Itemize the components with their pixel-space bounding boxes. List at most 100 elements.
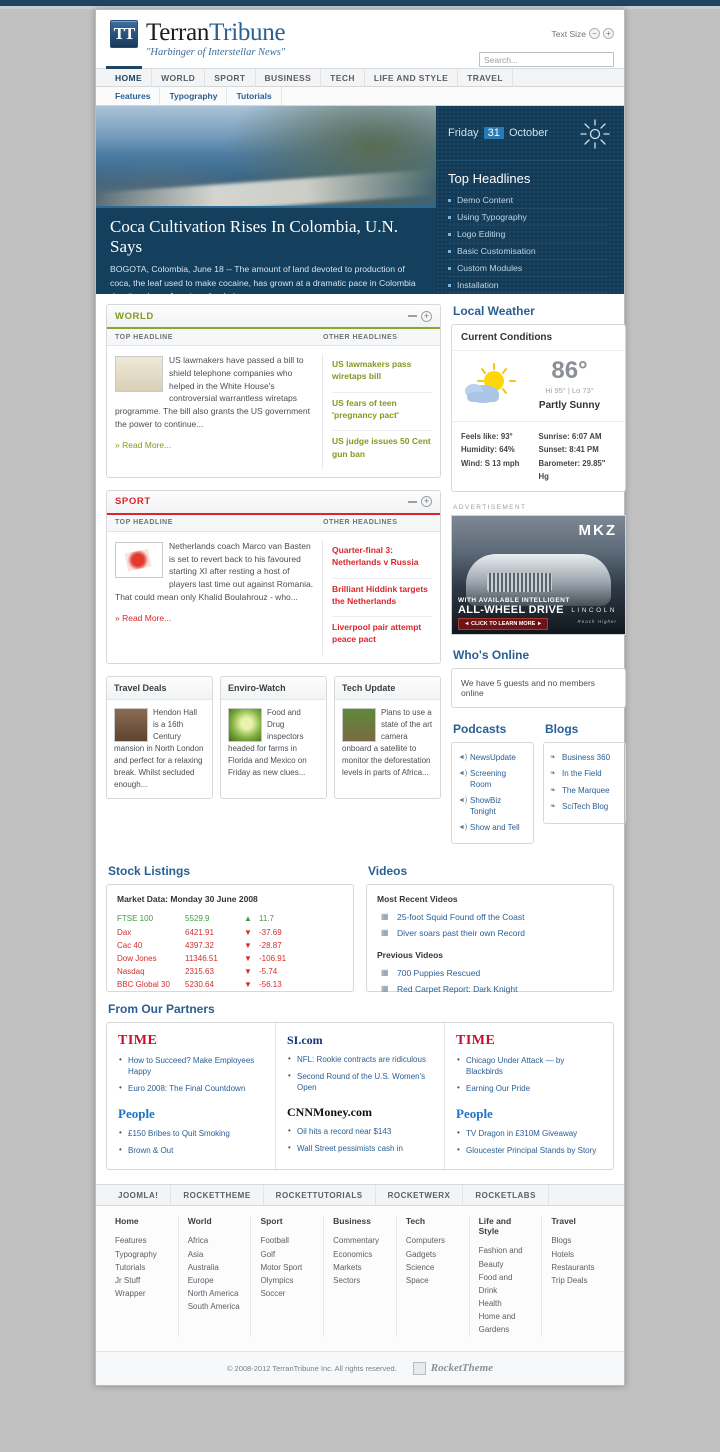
footer-link[interactable]: Computers — [406, 1234, 460, 1247]
video-link[interactable]: ▦ Diver soars past their own Record — [377, 925, 603, 941]
nav-item-life-and-style[interactable]: LIFE AND STYLE — [365, 69, 459, 86]
sub-nav-item-typography[interactable]: Typography — [160, 87, 228, 105]
partner-link[interactable]: TV Dragon in £310M Giveaway — [456, 1126, 602, 1143]
site-logo[interactable]: TT TerranTribune "Harbinger of Interstel… — [110, 20, 286, 59]
sport-read-more-link[interactable]: » Read More... — [115, 613, 314, 623]
other-headline-item[interactable]: Quarter-final 3: Netherlands v Russia — [332, 540, 432, 579]
footer-link[interactable]: Health — [479, 1297, 533, 1310]
collapse-icon[interactable] — [408, 500, 417, 503]
footer-link[interactable]: Home and Gardens — [479, 1310, 533, 1336]
video-link[interactable]: ▦ Red Carpet Report: Dark Knight — [377, 981, 603, 997]
podcast-link[interactable]: ◄) Show and Tell — [458, 820, 527, 836]
partner-link[interactable]: Gloucester Principal Stands by Story — [456, 1143, 602, 1160]
footer-link[interactable]: Science — [406, 1261, 460, 1274]
footer-link[interactable]: Motor Sport — [260, 1261, 314, 1274]
footer-link[interactable]: Economics — [333, 1248, 387, 1261]
partner-link[interactable]: Second Round of the U.S. Women's Open — [287, 1069, 433, 1097]
footer-nav-item[interactable]: ROCKETWERX — [376, 1185, 464, 1206]
footer-link[interactable]: North America — [188, 1287, 242, 1300]
footer-link[interactable]: Australia — [188, 1261, 242, 1274]
footer-link[interactable]: Africa — [188, 1234, 242, 1247]
top-headline-item[interactable]: Using Typography — [448, 209, 608, 226]
partner-link[interactable]: Earning Our Pride — [456, 1081, 602, 1098]
nav-item-world[interactable]: WORLD — [152, 69, 206, 86]
expand-icon[interactable]: + — [421, 310, 432, 322]
blog-link[interactable]: ❧ SciTech Blog — [550, 799, 619, 815]
footer-link[interactable]: Restaurants — [551, 1261, 605, 1274]
text-size-increase-button[interactable]: + — [603, 28, 614, 39]
footer-link[interactable]: Sectors — [333, 1274, 387, 1287]
hero-feature[interactable]: Coca Cultivation Rises In Colombia, U.N.… — [96, 106, 436, 294]
footer-link[interactable]: Tutorials — [115, 1261, 169, 1274]
top-headline-item[interactable]: Installation — [448, 277, 608, 294]
other-headline-item[interactable]: Brilliant Hiddink targets the Netherland… — [332, 579, 432, 618]
expand-icon[interactable]: + — [421, 496, 432, 508]
podcast-link[interactable]: ◄) NewsUpdate — [458, 750, 527, 766]
sub-nav-item-tutorials[interactable]: Tutorials — [227, 87, 282, 105]
footer-link[interactable]: Typography — [115, 1248, 169, 1261]
other-headline-item[interactable]: US judge issues 50 Cent gun ban — [332, 431, 432, 469]
nav-item-tech[interactable]: TECH — [321, 69, 365, 86]
video-link[interactable]: ▦ 25-foot Squid Found off the Coast — [377, 909, 603, 925]
podcast-link[interactable]: ◄) ShowBiz Tonight — [458, 793, 527, 820]
advertisement-banner[interactable]: MKZ WITH AVAILABLE INTELLIGENT ALL-WHEEL… — [451, 515, 626, 635]
partner-link[interactable]: How to Succeed? Make Employees Happy — [118, 1053, 264, 1081]
text-size-decrease-button[interactable]: − — [589, 28, 600, 39]
humidity: Humidity: 64% — [461, 445, 515, 455]
footer-link[interactable]: Europe — [188, 1274, 242, 1287]
footer-nav-item[interactable]: JOOMLA! — [106, 1185, 172, 1206]
footer-link[interactable]: Olympics — [260, 1274, 314, 1287]
blog-link[interactable]: ❧ Business 360 — [550, 750, 619, 766]
footer-nav-item[interactable]: ROCKETTHEME — [171, 1185, 264, 1206]
footer-link[interactable]: Blogs — [551, 1234, 605, 1247]
footer-link[interactable]: Asia — [188, 1248, 242, 1261]
ad-cta-button[interactable]: ◄ CLICK TO LEARN MORE ► — [458, 618, 549, 630]
footer-link[interactable]: Soccer — [260, 1287, 314, 1300]
nav-item-travel[interactable]: TRAVEL — [458, 69, 513, 86]
footer-link[interactable]: Space — [406, 1274, 460, 1287]
top-headline-item[interactable]: Demo Content — [448, 192, 608, 209]
world-read-more-link[interactable]: » Read More... — [115, 440, 314, 450]
blog-link[interactable]: ❧ The Marquee — [550, 783, 619, 799]
sub-nav-item-features[interactable]: Features — [106, 87, 161, 105]
footer-link[interactable]: Features — [115, 1234, 169, 1247]
other-headline-item[interactable]: Liverpool pair attempt peace pact — [332, 617, 432, 655]
nav-item-business[interactable]: BUSINESS — [256, 69, 322, 86]
footer-link[interactable]: Golf — [260, 1248, 314, 1261]
search-input[interactable]: Search... — [479, 52, 614, 67]
footer-link[interactable]: Wrapper — [115, 1287, 169, 1300]
partner-link[interactable]: Chicago Under Attack — by Blackbirds — [456, 1053, 602, 1081]
footer-link[interactable]: Food and Drink — [479, 1271, 533, 1297]
footer-link[interactable]: Markets — [333, 1261, 387, 1274]
footer-link[interactable]: Fashion and Beauty — [479, 1244, 533, 1270]
blog-link[interactable]: ❧ In the Field — [550, 766, 619, 782]
partner-link[interactable]: NFL: Rookie contracts are ridiculous — [287, 1052, 433, 1069]
partner-link[interactable]: Oil hits a record near $143 — [287, 1124, 433, 1141]
podcast-link[interactable]: ◄) Screening Room — [458, 766, 527, 793]
top-headline-item[interactable]: Basic Customisation — [448, 243, 608, 260]
video-link[interactable]: ▦ 700 Puppies Rescued — [377, 965, 603, 981]
top-headline-item[interactable]: Logo Editing — [448, 226, 608, 243]
partner-link[interactable]: Brown & Out — [118, 1143, 264, 1160]
top-headline-item[interactable]: Custom Modules — [448, 260, 608, 277]
footer-link[interactable]: Jr Stuff — [115, 1274, 169, 1287]
footer-nav-item[interactable]: ROCKETLABS — [463, 1185, 549, 1206]
footer-link[interactable]: South America — [188, 1300, 242, 1313]
collapse-icon[interactable] — [408, 315, 417, 317]
footer-link[interactable]: Trip Deals — [551, 1274, 605, 1287]
footer-link[interactable]: Gadgets — [406, 1248, 460, 1261]
footer-link[interactable]: Commentary — [333, 1234, 387, 1247]
partner-link[interactable]: Wall Street pessimists cash in — [287, 1141, 433, 1158]
nav-item-sport[interactable]: SPORT — [205, 69, 256, 86]
footer-link[interactable]: Football — [260, 1234, 314, 1247]
footer-link[interactable]: Hotels — [551, 1248, 605, 1261]
partner-link[interactable]: Euro 2008: The Final Countdown — [118, 1081, 264, 1098]
partner-link[interactable]: £150 Bribes to Quit Smoking — [118, 1126, 264, 1143]
other-headline-item[interactable]: US lawmakers pass wiretaps bill — [332, 354, 432, 393]
hero-headline[interactable]: Coca Cultivation Rises In Colombia, U.N.… — [110, 217, 422, 256]
rockettheme-logo[interactable]: RocketTheme — [412, 1361, 493, 1375]
nav-item-home[interactable]: HOME — [106, 69, 153, 86]
sport-subheader: TOP HEADLINE OTHER HEADLINES — [107, 514, 440, 532]
other-headline-item[interactable]: US fears of teen 'pregnancy pact' — [332, 393, 432, 432]
footer-nav-item[interactable]: ROCKETTUTORIALS — [264, 1185, 376, 1206]
